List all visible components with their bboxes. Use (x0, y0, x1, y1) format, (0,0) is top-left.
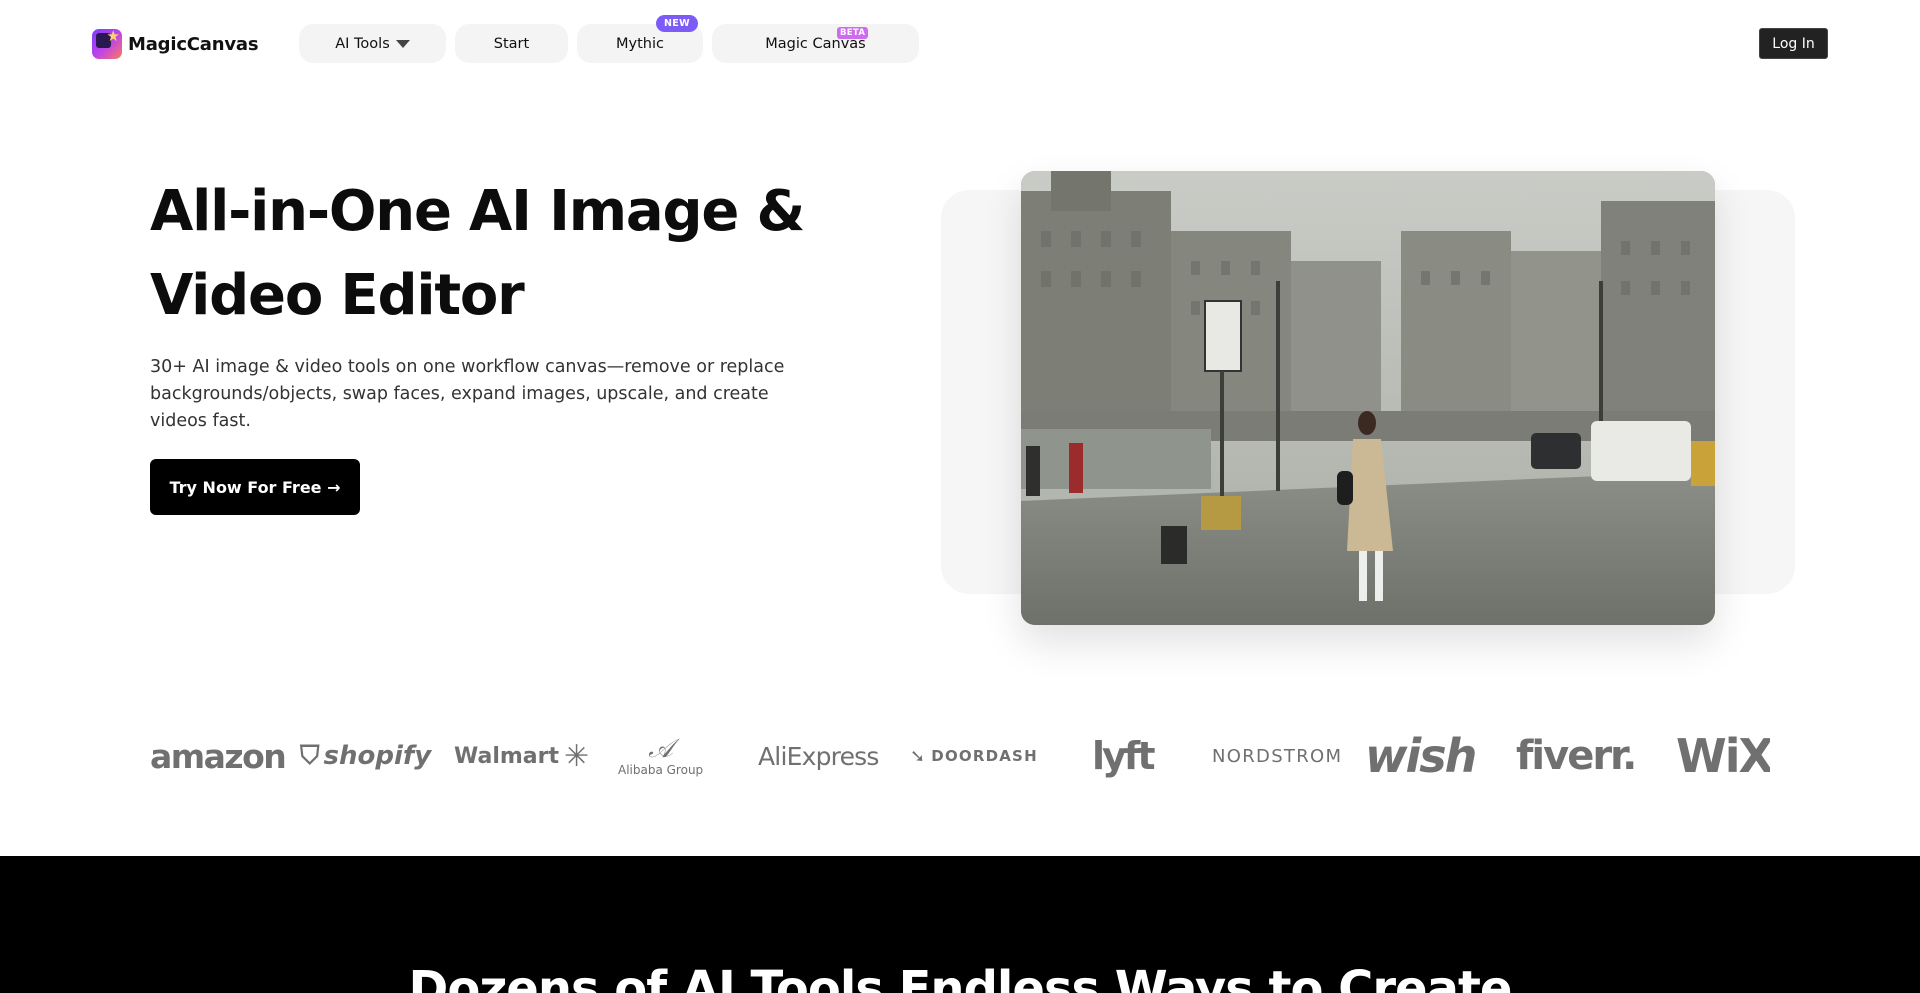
shopify-logo-text: shopify (323, 741, 432, 771)
logo-text: MagicCanvas (128, 33, 259, 55)
nav-start[interactable]: Start (455, 24, 568, 63)
hero-video-preview[interactable] (1021, 171, 1715, 625)
hero-title: All-in-One AI Image & Video Editor (150, 179, 805, 328)
alibaba-swoosh-icon: 𝒜 (648, 734, 673, 764)
wix-logo: WiX (1676, 730, 1770, 782)
lyft-logo: lyft (1092, 734, 1155, 778)
shopify-bag-icon: ⛉ (300, 740, 320, 771)
wish-logo: wish (1365, 729, 1477, 783)
brand-logo-strip: amazon ⛉ shopify Walmart ✳ 𝒜 Alibaba Gro… (150, 729, 1770, 783)
aliexpress-logo: AliExpress (758, 741, 879, 771)
walmart-logo-text: Walmart (454, 743, 560, 769)
logo[interactable]: ★ MagicCanvas (92, 29, 259, 59)
nav-ai-tools-dropdown[interactable]: AI Tools (299, 24, 446, 63)
amazon-logo: amazon (150, 736, 287, 776)
walmart-spark-icon: ✳ (564, 738, 590, 774)
magiccanvas-logo-icon: ★ (92, 29, 122, 59)
beta-badge: BETA (837, 27, 869, 39)
nav-magic-canvas[interactable]: Magic Canvas (712, 24, 919, 63)
shopify-logo: ⛉ shopify (300, 730, 431, 782)
nav-mythic-label: Mythic (616, 35, 664, 52)
nordstrom-logo: NORDSTROM (1212, 745, 1343, 767)
nav-start-label: Start (493, 35, 530, 52)
caret-down-icon (395, 40, 410, 48)
top-navigation: ★ MagicCanvas AI Tools Start Mythic NEW … (0, 0, 1920, 88)
doordash-logo-text: DOORDASH (931, 747, 1038, 765)
fiverr-logo: fiverr. (1516, 733, 1637, 779)
walmart-logo: Walmart ✳ (454, 730, 589, 782)
tools-section: Dozens of AI Tools Endless Ways to Creat… (0, 856, 1920, 993)
new-badge: NEW (656, 15, 698, 32)
city-street-photo-icon (1021, 171, 1715, 625)
nav-ai-tools-label: AI Tools (335, 35, 390, 52)
doordash-dash-icon: ➘ (910, 745, 927, 767)
hero-subtitle: 30+ AI image & video tools on one workfl… (150, 357, 785, 431)
doordash-logo: ➘ DOORDASH (910, 730, 1038, 782)
alibaba-logo-text: Alibaba Group (618, 763, 704, 777)
login-button[interactable]: Log In (1759, 28, 1828, 59)
alibaba-logo: 𝒜 Alibaba Group (618, 730, 703, 782)
try-now-button[interactable]: Try Now For Free → (150, 459, 360, 515)
tools-section-title: Dozens of AI Tools Endless Ways to Creat… (408, 961, 1513, 993)
